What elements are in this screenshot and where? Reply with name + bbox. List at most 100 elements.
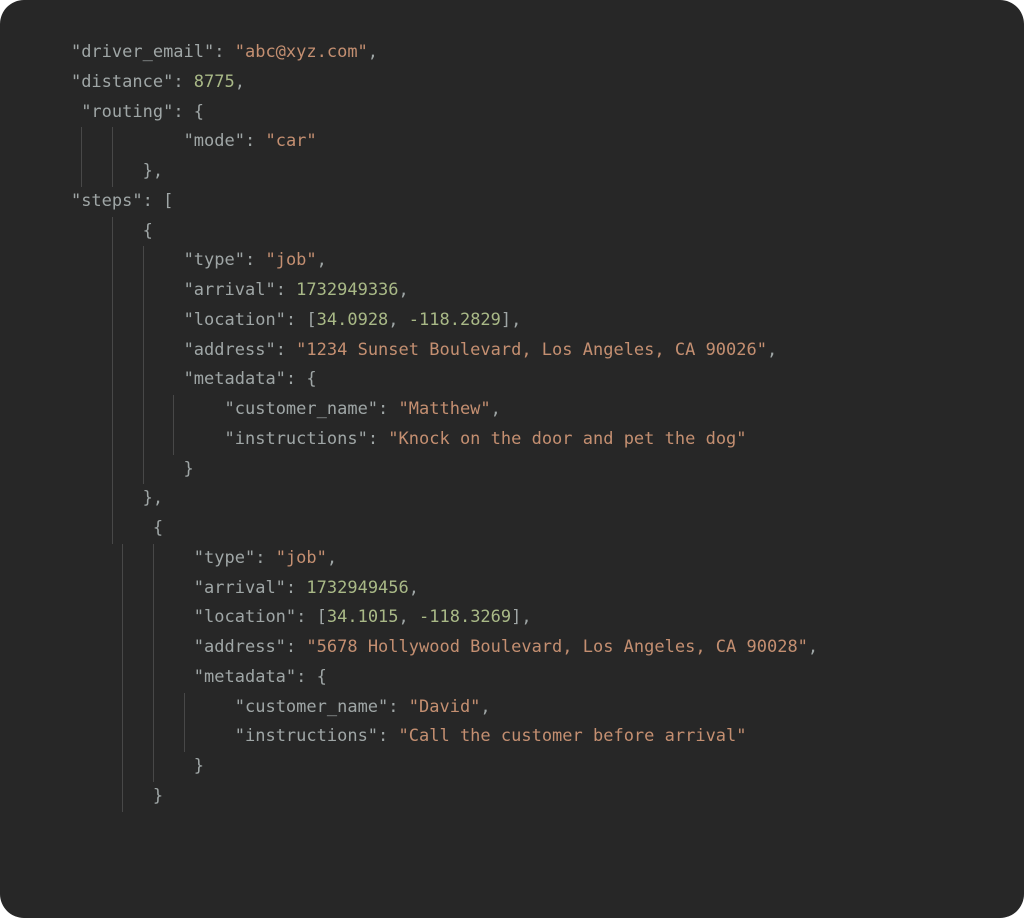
code-line: "metadata": { [30,663,994,693]
code-token: : [388,693,408,723]
code-line: "type": "job", [30,246,994,276]
code-token [163,663,194,693]
code-token: "location" [194,603,296,633]
code-token: 8775 [194,68,235,98]
code-token: { [122,514,163,544]
code-line: "steps": [ [30,187,994,217]
code-line: }, [30,484,994,514]
code-token: , [808,633,818,663]
code-token: "arrival" [184,276,276,306]
code-token: : { [286,365,317,395]
code-token: "job" [276,544,327,574]
code-token: : [ [143,187,174,217]
indent-guide-icon [143,365,153,395]
code-token [122,127,183,157]
indent-guide-icon [112,336,122,366]
indent-guide-icon [122,574,132,604]
code-token: "location" [184,306,286,336]
code-token: -118.3269 [419,603,511,633]
indent-guide-icon [112,365,122,395]
code-line: "location": [34.0928, -118.2829], [30,306,994,336]
code-token: "Call the customer before arrival" [399,722,747,752]
code-token: : [276,276,296,306]
code-token [163,544,194,574]
indent-guide-icon [112,246,122,276]
indent-guide-icon [112,455,122,485]
code-token: "Knock on the door and pet the dog" [388,425,746,455]
code-token: 1732949456 [306,574,408,604]
code-token [163,633,194,663]
indent-guide-icon [122,782,132,812]
code-token: "type" [184,246,245,276]
code-token [153,246,184,276]
code-token: "metadata" [184,365,286,395]
indent-guide-icon [153,693,163,723]
code-token [153,336,184,366]
code-content: "driver_email": "abc@xyz.com", "distance… [30,38,994,812]
code-token: , [480,693,490,723]
code-token: : [286,633,306,663]
code-token: 34.0928 [317,306,389,336]
code-token [184,425,225,455]
code-token: "driver_email" [71,38,214,68]
code-token [194,722,235,752]
code-token: "Matthew" [399,395,491,425]
indent-guide-icon [153,722,163,752]
code-line: } [30,455,994,485]
code-line: "mode": "car" [30,127,994,157]
code-token: : { [173,98,204,128]
code-line: "arrival": 1732949336, [30,276,994,306]
code-token: 1732949336 [296,276,398,306]
code-token: } [132,782,163,812]
indent-guide-icon [112,217,122,247]
code-token: ], [501,306,521,336]
code-token: : [245,246,265,276]
code-token: : [173,68,193,98]
code-token: }, [122,484,163,514]
indent-guide-icon [153,663,163,693]
code-token: 34.1015 [327,603,399,633]
code-token: , [399,276,409,306]
code-token: "address" [184,336,276,366]
indent-guide-icon [112,395,122,425]
code-token: : [ [286,306,317,336]
code-block: "driver_email": "abc@xyz.com", "distance… [0,0,1024,918]
code-token [163,603,194,633]
code-token: -118.2829 [409,306,501,336]
code-token: , [317,246,327,276]
code-token: }, [122,157,163,187]
indent-guide-icon [173,425,183,455]
code-line: "routing": { [30,98,994,128]
indent-guide-icon [143,276,153,306]
code-token: , [388,306,408,336]
indent-guide-icon [153,544,163,574]
indent-guide-icon [122,693,132,723]
code-token: : [ [296,603,327,633]
code-token: "5678 Hollywood Boulevard, Los Angeles, … [306,633,808,663]
indent-guide-icon [112,276,122,306]
indent-guide-icon [173,395,183,425]
code-line: "instructions": "Knock on the door and p… [30,425,994,455]
indent-guide-icon [122,544,132,574]
indent-guide-icon [153,603,163,633]
code-token: "customer_name" [225,395,379,425]
code-line: "address": "5678 Hollywood Boulevard, Lo… [30,633,994,663]
code-token: "1234 Sunset Boulevard, Los Angeles, CA … [296,336,767,366]
indent-guide-icon [143,425,153,455]
code-token: , [235,68,245,98]
indent-guide-icon [153,574,163,604]
code-token: , [409,574,419,604]
code-token [194,693,235,723]
indent-guide-icon [122,663,132,693]
code-token: "routing" [81,98,173,128]
code-token: : [245,127,265,157]
code-token: : [276,336,296,366]
code-line: }, [30,157,994,187]
indent-guide-icon [112,306,122,336]
indent-guide-icon [143,306,153,336]
code-line: "instructions": "Call the customer befor… [30,722,994,752]
code-line: "type": "job", [30,544,994,574]
code-token: "car" [265,127,316,157]
indent-guide-icon [143,246,153,276]
indent-guide-icon [153,633,163,663]
